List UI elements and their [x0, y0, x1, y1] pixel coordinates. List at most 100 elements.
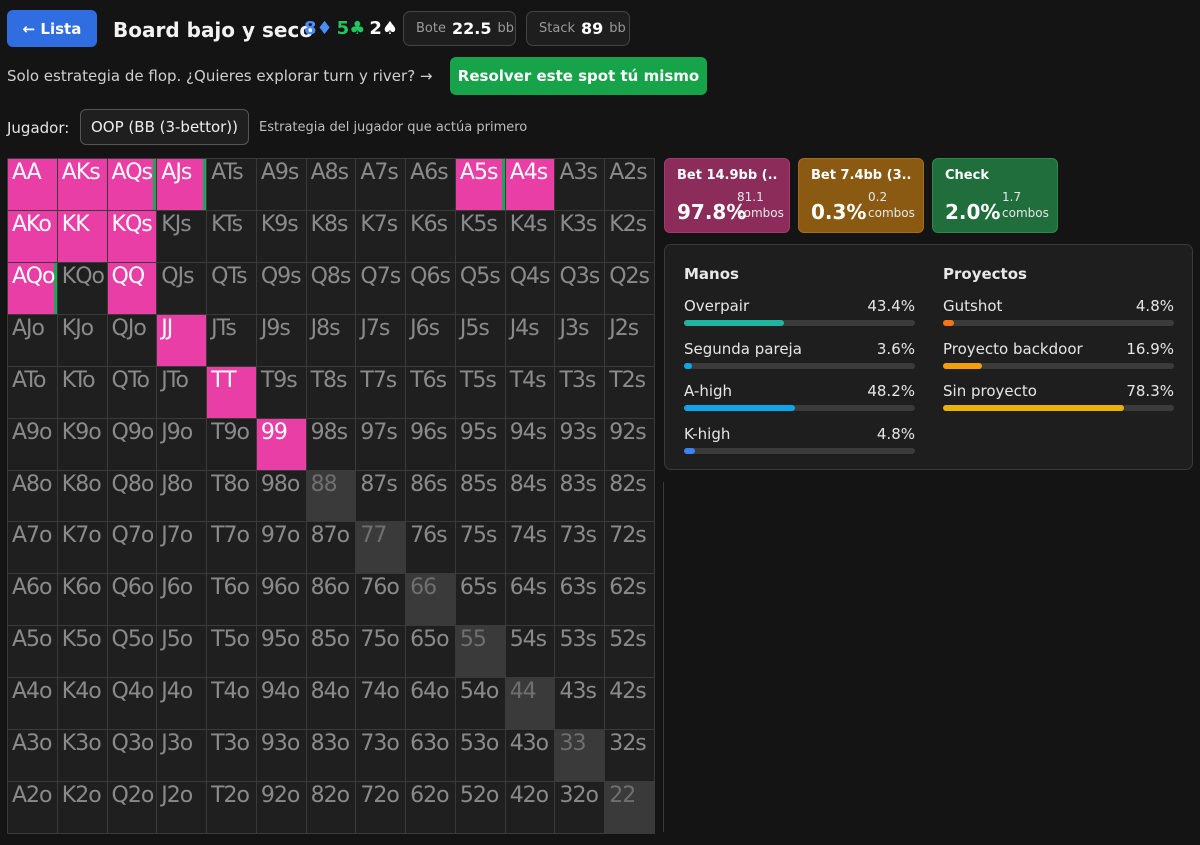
hand-cell-75o[interactable]: 75o: [356, 626, 407, 679]
hand-cell-Q6o[interactable]: Q6o: [107, 574, 158, 627]
hand-cell-A4o[interactable]: A4o: [8, 678, 58, 731]
hand-cell-82s[interactable]: 82s: [605, 470, 655, 523]
hand-cell-K9o[interactable]: K9o: [57, 418, 108, 471]
hand-cell-K3o[interactable]: K3o: [57, 730, 108, 783]
hand-cell-97o[interactable]: 97o: [256, 522, 307, 575]
hand-cell-Q4s[interactable]: Q4s: [505, 262, 556, 315]
hand-cell-32s[interactable]: 32s: [605, 730, 655, 783]
hand-cell-63o[interactable]: 63o: [406, 730, 456, 783]
hand-cell-62o[interactable]: 62o: [406, 782, 456, 834]
hand-cell-99[interactable]: 99: [256, 418, 307, 471]
player-select[interactable]: OOP (BB (3-bettor)): [80, 109, 249, 145]
hand-cell-K5o[interactable]: K5o: [57, 626, 108, 679]
hand-cell-AJo[interactable]: AJo: [8, 314, 58, 367]
hand-cell-92o[interactable]: 92o: [256, 782, 307, 834]
hand-cell-AQo[interactable]: AQo: [8, 262, 58, 315]
hand-cell-K8o[interactable]: K8o: [57, 470, 108, 523]
solve-spot-button[interactable]: Resolver este spot tú mismo: [450, 57, 707, 95]
hand-cell-94o[interactable]: 94o: [256, 678, 307, 731]
hand-cell-AQs[interactable]: AQs: [107, 159, 158, 211]
hand-cell-Q6s[interactable]: Q6s: [406, 262, 456, 315]
hand-cell-62s[interactable]: 62s: [605, 574, 655, 627]
hand-cell-96o[interactable]: 96o: [256, 574, 307, 627]
hand-cell-K2o[interactable]: K2o: [57, 782, 108, 834]
hand-cell-J2s[interactable]: J2s: [605, 314, 655, 367]
hand-cell-65o[interactable]: 65o: [406, 626, 456, 679]
hand-cell-J9s[interactable]: J9s: [256, 314, 307, 367]
action-card-3[interactable]: Check 2.0% 1.7 combos: [932, 158, 1058, 233]
hand-cell-QQ[interactable]: QQ: [107, 262, 158, 315]
hand-cell-42o[interactable]: 42o: [505, 782, 556, 834]
hand-cell-K7s[interactable]: K7s: [356, 210, 407, 263]
hand-cell-95o[interactable]: 95o: [256, 626, 307, 679]
hand-cell-32o[interactable]: 32o: [555, 782, 606, 834]
hand-cell-T4o[interactable]: T4o: [207, 678, 257, 731]
hand-cell-T3s[interactable]: T3s: [555, 366, 606, 419]
hand-cell-KQs[interactable]: KQs: [107, 210, 158, 263]
hand-cell-33[interactable]: 33: [555, 730, 606, 783]
hand-cell-A7s[interactable]: A7s: [356, 159, 407, 211]
hand-cell-J4s[interactable]: J4s: [505, 314, 556, 367]
hand-cell-T8o[interactable]: T8o: [207, 470, 257, 523]
hand-cell-42s[interactable]: 42s: [605, 678, 655, 731]
hand-cell-QTs[interactable]: QTs: [207, 262, 257, 315]
hand-cell-K4o[interactable]: K4o: [57, 678, 108, 731]
hand-cell-88[interactable]: 88: [306, 470, 357, 523]
hand-cell-72o[interactable]: 72o: [356, 782, 407, 834]
hand-cell-J5s[interactable]: J5s: [455, 314, 506, 367]
hand-cell-T6o[interactable]: T6o: [207, 574, 257, 627]
hand-cell-87s[interactable]: 87s: [356, 470, 407, 523]
hand-cell-J4o[interactable]: J4o: [157, 678, 208, 731]
hand-cell-74o[interactable]: 74o: [356, 678, 407, 731]
hand-cell-KQo[interactable]: KQo: [57, 262, 108, 315]
hand-cell-J8s[interactable]: J8s: [306, 314, 357, 367]
hand-cell-86s[interactable]: 86s: [406, 470, 456, 523]
hand-cell-63s[interactable]: 63s: [555, 574, 606, 627]
hand-cell-55[interactable]: 55: [455, 626, 506, 679]
hand-cell-A4s[interactable]: A4s: [505, 159, 556, 211]
hand-cell-AA[interactable]: AA: [8, 159, 58, 211]
hand-cell-K8s[interactable]: K8s: [306, 210, 357, 263]
hand-cell-95s[interactable]: 95s: [455, 418, 506, 471]
hand-cell-JTs[interactable]: JTs: [207, 314, 257, 367]
hand-cell-A3s[interactable]: A3s: [555, 159, 606, 211]
hand-cell-A5s[interactable]: A5s: [455, 159, 506, 211]
hand-cell-75s[interactable]: 75s: [455, 522, 506, 575]
back-to-list-button[interactable]: ← Lista: [7, 10, 97, 47]
hand-cell-52o[interactable]: 52o: [455, 782, 506, 834]
hand-cell-K6s[interactable]: K6s: [406, 210, 456, 263]
hand-cell-A8o[interactable]: A8o: [8, 470, 58, 523]
hand-cell-Q2o[interactable]: Q2o: [107, 782, 158, 834]
hand-cell-43s[interactable]: 43s: [555, 678, 606, 731]
hand-cell-86o[interactable]: 86o: [306, 574, 357, 627]
hand-cell-85o[interactable]: 85o: [306, 626, 357, 679]
hand-cell-84s[interactable]: 84s: [505, 470, 556, 523]
hand-cell-K6o[interactable]: K6o: [57, 574, 108, 627]
hand-cell-K5s[interactable]: K5s: [455, 210, 506, 263]
hand-cell-J8o[interactable]: J8o: [157, 470, 208, 523]
hand-cell-A8s[interactable]: A8s: [306, 159, 357, 211]
hand-cell-52s[interactable]: 52s: [605, 626, 655, 679]
hand-cell-A5o[interactable]: A5o: [8, 626, 58, 679]
hand-cell-74s[interactable]: 74s: [505, 522, 556, 575]
hand-cell-98s[interactable]: 98s: [306, 418, 357, 471]
hand-cell-43o[interactable]: 43o: [505, 730, 556, 783]
hand-cell-J3s[interactable]: J3s: [555, 314, 606, 367]
hand-cell-AJs[interactable]: AJs: [157, 159, 208, 211]
hand-cell-87o[interactable]: 87o: [306, 522, 357, 575]
hand-cell-Q4o[interactable]: Q4o: [107, 678, 158, 731]
hand-cell-JTo[interactable]: JTo: [157, 366, 208, 419]
hand-cell-66[interactable]: 66: [406, 574, 456, 627]
hand-cell-53o[interactable]: 53o: [455, 730, 506, 783]
hand-cell-K7o[interactable]: K7o: [57, 522, 108, 575]
hand-cell-Q2s[interactable]: Q2s: [605, 262, 655, 315]
hand-cell-QTo[interactable]: QTo: [107, 366, 158, 419]
hand-cell-K3s[interactable]: K3s: [555, 210, 606, 263]
hand-cell-KK[interactable]: KK: [57, 210, 108, 263]
hand-cell-Q3o[interactable]: Q3o: [107, 730, 158, 783]
hand-cell-96s[interactable]: 96s: [406, 418, 456, 471]
hand-cell-64o[interactable]: 64o: [406, 678, 456, 731]
hand-cell-72s[interactable]: 72s: [605, 522, 655, 575]
hand-cell-J6s[interactable]: J6s: [406, 314, 456, 367]
hand-cell-85s[interactable]: 85s: [455, 470, 506, 523]
